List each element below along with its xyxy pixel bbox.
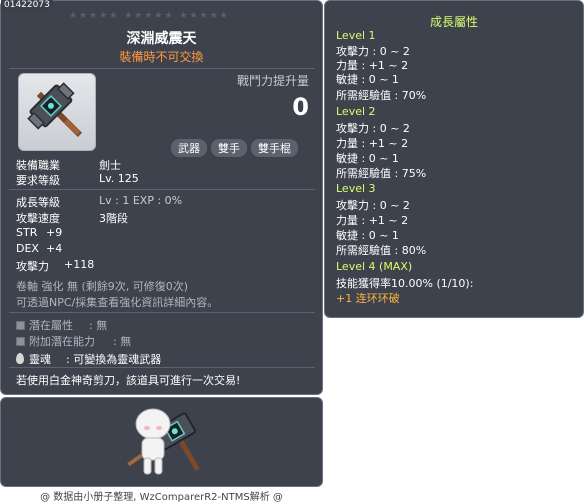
dex-value: +4: [46, 242, 63, 255]
potential-row: 潛在屬性 : 無: [16, 317, 107, 333]
str-label: STR: [16, 226, 38, 239]
additional-potential-value: : 無: [113, 335, 132, 348]
req-level-row: 要求等級 Lv. 125: [16, 172, 139, 188]
growth-attributes-panel: 成長屬性 Level 1 攻擊力 : 0 ~ 2 力量 : +1 ~ 2 敏捷 …: [324, 0, 584, 318]
level-stat-line: 力量 : +1 ~ 2: [336, 137, 409, 150]
level-title: Level 2: [336, 105, 376, 118]
warhammer-icon: [27, 82, 83, 138]
item-tooltip-panel: ★★★★★ ★★★★★ ★★★★★ 深淵威震天 裝備時不可交換 戰鬥力提升量 0…: [0, 0, 323, 395]
flame-icon: [16, 353, 24, 364]
star-force-stars: ★★★★★ ★★★★★ ★★★★★: [69, 11, 230, 21]
footer-credit: @ 数据由小册子整理, WzComparerR2-NTMS解析 @: [40, 492, 283, 502]
str-row: STR +9: [16, 226, 62, 239]
level-stat-line: 敏捷 : 0 ~ 1: [336, 73, 399, 86]
item-icon-frame: [18, 73, 96, 151]
level-stat-line: 所需經驗值 : 70%: [336, 89, 427, 102]
attack-label: 攻擊力: [16, 260, 49, 273]
divider: [9, 189, 315, 190]
potential-label: 潛在屬性: [29, 319, 73, 332]
divider: [9, 312, 315, 313]
skill-name: +1 连环环破: [336, 292, 400, 305]
level-stat-line: 所需經驗值 : 75%: [336, 167, 427, 180]
req-job-row: 裝備職業 劍士: [16, 157, 121, 173]
growth-level-value: Lv : 1 EXP : 0%: [99, 194, 183, 207]
growth-title: 成長屬性: [429, 15, 478, 29]
additional-potential-row: 附加潛在能力 : 無: [16, 333, 131, 349]
dex-row: DEX +4: [16, 242, 62, 255]
divider: [9, 367, 315, 368]
soul-row: 靈魂 : 可變換為靈魂武器: [16, 351, 161, 367]
attack-row: 攻擊力 +118: [16, 258, 94, 274]
checkbox-icon: [16, 337, 25, 346]
attack-value: +118: [64, 258, 95, 271]
divider: [9, 68, 315, 69]
upgrade-info-line: 卷軸 強化 無 (剩餘9次, 可修復0次): [16, 280, 189, 293]
growth-level-row: 成長等級 Lv : 1 EXP : 0%: [16, 194, 182, 210]
level-title: Level 1: [336, 29, 376, 42]
tag-weapon: 武器: [171, 139, 207, 157]
level-stat-line: 敏捷 : 0 ~ 1: [336, 229, 399, 242]
level-stat-line: 所需經驗值 : 80%: [336, 244, 427, 257]
level-stat-line: 力量 : +1 ~ 2: [336, 214, 409, 227]
dex-label: DEX: [16, 242, 39, 255]
growth-level-label: 成長等級: [16, 196, 60, 209]
level-title: Level 3: [336, 182, 376, 195]
upgrade-info-line: 可透過NPC/採集查看強化資訊詳細內容。: [16, 296, 219, 309]
tag-two-handed: 雙手: [211, 139, 247, 157]
checkbox-icon: [16, 321, 25, 330]
level-stat-line: 攻擊力 : 0 ~ 2: [336, 122, 410, 135]
character-preview: [127, 408, 200, 475]
item-name: 深淵威震天: [126, 31, 197, 47]
req-job-label: 裝備職業: [16, 159, 60, 172]
item-trade-note: 裝備時不可交換: [119, 50, 204, 64]
soul-value: : 可變換為靈魂武器: [66, 353, 162, 366]
additional-potential-label: 附加潛在能力: [29, 335, 95, 348]
attack-speed-label: 攻擊速度: [16, 212, 60, 225]
soul-label: 靈魂: [29, 353, 51, 366]
req-job-value: 劍士: [99, 159, 121, 172]
level-stat-line: 攻擊力 : 0 ~ 2: [336, 199, 410, 212]
str-value: +9: [46, 226, 63, 239]
character-preview-panel: [0, 397, 323, 487]
attack-speed-row: 攻擊速度 3階段: [16, 210, 128, 226]
level-stat-line: 敏捷 : 0 ~ 1: [336, 152, 399, 165]
tag-two-handed-blunt: 雙手棍: [251, 139, 298, 157]
req-level-value: Lv. 125: [99, 172, 139, 185]
combat-power-value: 0: [292, 93, 309, 121]
req-level-label: 要求等級: [16, 174, 60, 187]
combat-power-label: 戰鬥力提升量: [236, 74, 309, 88]
skill-chance-line: 技能獲得率10.00% (1/10):: [336, 277, 474, 290]
item-tags: 武器 雙手 雙手棍: [171, 139, 298, 157]
potential-value: : 無: [89, 319, 108, 332]
scissors-trade-note: 若使用白金神奇剪刀，該道具可進行一次交易!: [16, 374, 241, 387]
max-level-title: Level 4 (MAX): [336, 260, 413, 273]
item-id: 01422073: [1, 0, 53, 11]
attack-speed-value: 3階段: [99, 212, 128, 225]
